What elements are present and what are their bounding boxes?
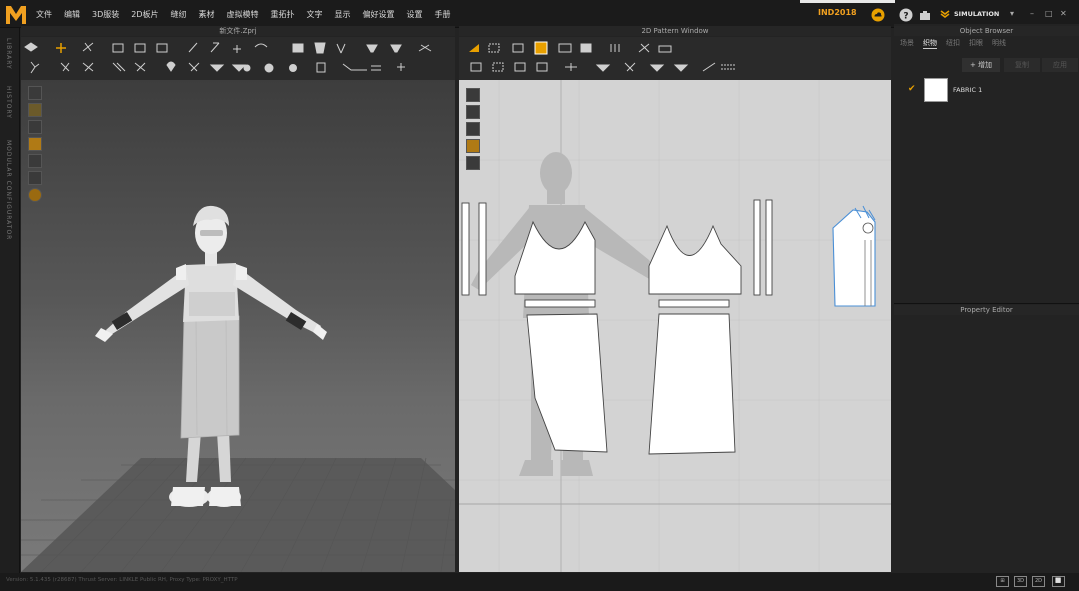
- library-tab[interactable]: LIBRARY: [5, 38, 12, 70]
- status-bar: Version: 5.1.435 (r28687) Thrust Server:…: [0, 573, 1079, 591]
- dropdown-arrow-icon[interactable]: ▾: [1010, 9, 1014, 18]
- view3d-viewport[interactable]: [21, 80, 455, 572]
- pattern-strip-right-2[interactable]: [765, 199, 773, 296]
- status-text: Version: 5.1.435 (r28687) Thrust Server:…: [6, 577, 238, 583]
- globe-icon[interactable]: [28, 188, 42, 202]
- help-icon[interactable]: ?: [899, 7, 913, 22]
- tab-topstitch[interactable]: 明线: [992, 38, 1006, 49]
- view2d-toolbar: [459, 37, 891, 80]
- menu-item-sewing[interactable]: 缝纫: [171, 9, 187, 20]
- menu-item-avatar[interactable]: 虚拟模特: [227, 9, 259, 20]
- menu-item-preferences[interactable]: 偏好设置: [363, 9, 395, 20]
- simulation-icon: [940, 10, 950, 18]
- pen-tool-icon[interactable]: [466, 88, 480, 102]
- history-tab[interactable]: HISTORY: [5, 86, 12, 119]
- copy-fabric-button[interactable]: 复制: [1004, 58, 1040, 72]
- menu-item-3d-garment[interactable]: 3D服装: [92, 9, 119, 20]
- avatar-display-icon[interactable]: [28, 86, 42, 100]
- checkmark-icon: ✔: [908, 84, 916, 94]
- view3d-title: 新文件.Zprj: [21, 26, 455, 36]
- view2d-canvas[interactable]: [459, 80, 891, 572]
- maximize-button[interactable]: □: [1045, 9, 1053, 18]
- right-panel: [894, 24, 1079, 573]
- view3d-display-tools: [28, 86, 46, 205]
- avatar-silhouette-icon[interactable]: [28, 171, 42, 185]
- avatar-shade-icon[interactable]: [28, 120, 42, 134]
- pattern-back-skirt[interactable]: [648, 313, 736, 455]
- fabric-list-item[interactable]: ✔ FABRIC 1: [905, 78, 1075, 102]
- menu-item-text[interactable]: 文字: [307, 9, 323, 20]
- modular-configurator-tab[interactable]: MODULAR CONFIGURATOR: [5, 140, 12, 240]
- cloud-icon[interactable]: [871, 7, 885, 22]
- pattern-canvas[interactable]: [459, 80, 891, 572]
- view2d-tools: [466, 88, 482, 173]
- property-editor-title: Property Editor: [894, 305, 1079, 315]
- menu-item-settings[interactable]: 设置: [407, 9, 423, 20]
- garment-display-icon[interactable]: [28, 137, 42, 151]
- object-browser-tabs: 场景 织物 纽扣 扣眼 明线: [900, 38, 1015, 49]
- app-logo-icon[interactable]: [4, 2, 28, 26]
- arrange-tool-icon[interactable]: [466, 156, 480, 170]
- left-side-tabs: LIBRARY HISTORY MODULAR CONFIGURATOR: [0, 28, 20, 573]
- tab-buttons[interactable]: 纽扣: [946, 38, 960, 49]
- menu-item-retopology[interactable]: 重拓扑: [271, 9, 295, 20]
- pattern-selected-collar-piece[interactable]: [832, 205, 876, 307]
- settings-puzzle-icon[interactable]: [918, 7, 932, 21]
- view3d-tool-icons[interactable]: [21, 37, 455, 80]
- close-button[interactable]: ✕: [1060, 9, 1067, 18]
- menu-item-materials[interactable]: 素材: [199, 9, 215, 20]
- fabric-name: FABRIC 1: [953, 86, 983, 94]
- layout-fullscreen-button[interactable]: ⬜: [1052, 576, 1065, 587]
- menu-item-manual[interactable]: 手册: [435, 9, 451, 20]
- view3d-scene[interactable]: [21, 80, 455, 572]
- pattern-waistband-front[interactable]: [524, 299, 596, 308]
- layout-2d-button[interactable]: 2D: [1032, 576, 1045, 587]
- panel-divider: [894, 303, 1079, 304]
- tab-fabric[interactable]: 织物: [923, 38, 937, 49]
- tab-scene[interactable]: 场景: [900, 38, 914, 49]
- user-name[interactable]: IND2018: [818, 8, 857, 17]
- pattern-back-bodice[interactable]: [648, 224, 742, 295]
- layout-3d-button[interactable]: 3D: [1014, 576, 1027, 587]
- view2d-tool-icons[interactable]: [459, 37, 891, 80]
- pattern-strip-left-1[interactable]: [461, 202, 470, 296]
- info-tool-icon[interactable]: [466, 122, 480, 136]
- texture-display-icon[interactable]: [28, 103, 42, 117]
- minimize-button[interactable]: –: [1030, 9, 1034, 18]
- menu-item-display[interactable]: 显示: [335, 9, 351, 20]
- svg-text:?: ?: [903, 12, 908, 22]
- object-browser-title: Object Browser: [894, 26, 1079, 36]
- pattern-waistband-back[interactable]: [658, 299, 730, 308]
- title-strip: [800, 0, 895, 3]
- pattern-outline-icon[interactable]: [28, 154, 42, 168]
- simulation-button[interactable]: SIMULATION: [940, 6, 1018, 22]
- view2d-title: 2D Pattern Window: [459, 26, 891, 36]
- menu-item-2d-pattern[interactable]: 2D板片: [131, 9, 158, 20]
- menu-item-file[interactable]: 文件: [36, 9, 52, 20]
- show-avatar-icon[interactable]: [466, 105, 480, 119]
- main-menu: 文件 编辑 3D服装 2D板片 缝纫 素材 虚拟模特 重拓扑 文字 显示 偏好设…: [36, 0, 463, 28]
- floor-grid: [21, 457, 455, 572]
- pattern-fill-icon[interactable]: [466, 139, 480, 153]
- apply-fabric-button[interactable]: 应用: [1042, 58, 1078, 72]
- pattern-strip-right-1[interactable]: [753, 199, 761, 296]
- pattern-strip-left-2[interactable]: [478, 202, 487, 296]
- view3d-toolbar: [21, 37, 455, 80]
- simulation-label: SIMULATION: [954, 10, 1000, 18]
- menu-item-edit[interactable]: 编辑: [64, 9, 80, 20]
- layout-split-button[interactable]: ⊞: [996, 576, 1009, 587]
- add-fabric-button[interactable]: + 增加: [962, 58, 1000, 72]
- tab-buttonholes[interactable]: 扣眼: [969, 38, 983, 49]
- fabric-swatch[interactable]: [924, 78, 948, 102]
